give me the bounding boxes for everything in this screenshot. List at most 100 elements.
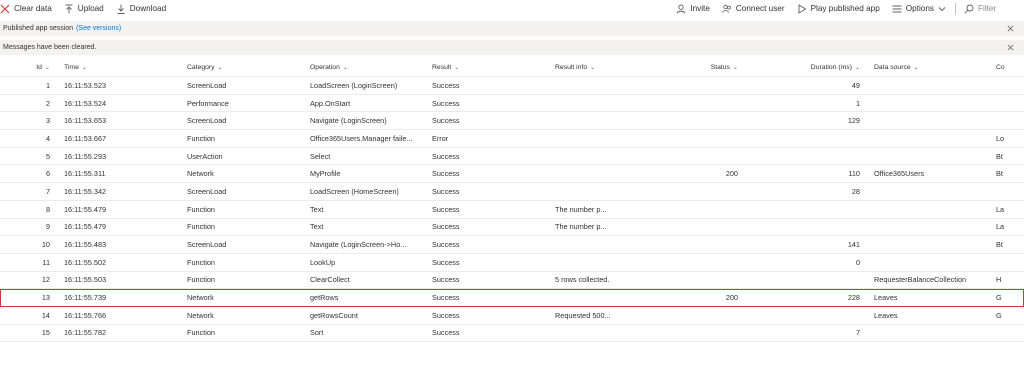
cell-category: ScreenLoad (187, 116, 227, 126)
close-icon (1007, 44, 1013, 50)
cleared-text: Messages have been cleared. (3, 44, 97, 51)
chevron-down-icon: ⌄ (454, 65, 460, 71)
table-row[interactable]: 15 16:11:55.782 Function Sort Success 7 (0, 325, 1024, 343)
table-row[interactable]: 11 16:11:55.502 Function LookUp Success 0 (0, 254, 1024, 272)
table-row[interactable]: 8 16:11:55.479 Function Text Success The numb… (0, 201, 1024, 219)
invite-label: Invite (690, 4, 710, 13)
cell-category: Function (187, 275, 215, 285)
table-row[interactable]: 10 16:11:55.483 ScreenLoad Navigate (LoginS… (0, 236, 1024, 254)
cell-category: Network (187, 169, 214, 179)
cell-control (996, 77, 1024, 94)
cell-result: Error (432, 133, 449, 143)
session-text: Published app session (3, 25, 74, 32)
upload-button[interactable]: Upload (64, 0, 104, 17)
table-row[interactable]: 2 16:11:53.524 Performance App.OnStart Succe… (0, 95, 1024, 113)
cell-id: 10 (41, 240, 50, 250)
cell-control (996, 254, 1024, 271)
table-row[interactable]: 4 16:11:53.667 Function Office365Users.Mana… (0, 130, 1024, 148)
cell-id: 1 (45, 80, 50, 90)
cell-result-info (555, 130, 675, 147)
column-header-operation[interactable]: Operation ⌄ (310, 59, 422, 76)
filter-input[interactable]: Filter (978, 4, 996, 13)
column-header-id[interactable]: Id ⌄ (20, 59, 50, 76)
table-row[interactable]: 9 16:11:55.479 Function Text Success The numb… (0, 219, 1024, 237)
cell-control: G (996, 293, 1002, 303)
cell-operation: Office365Users.Manager faile... (310, 133, 413, 143)
cell-status (680, 183, 738, 200)
filter-box[interactable]: Filter (964, 0, 1024, 17)
cell-duration: 49 (851, 80, 860, 90)
cell-id: 11 (42, 257, 50, 267)
cell-duration: 0 (855, 257, 860, 267)
cell-category: UserAction (187, 151, 223, 161)
dismiss-session-banner-button[interactable] (1005, 22, 1015, 34)
cell-category: Network (187, 310, 214, 320)
column-header-data-source[interactable]: Data source ⌄ (874, 59, 982, 76)
invite-button[interactable]: Invite (676, 0, 710, 17)
column-header-time[interactable]: Time ⌄ (64, 59, 174, 76)
cell-id: 15 (41, 328, 50, 338)
cell-result-info (555, 95, 675, 112)
column-header-category[interactable]: Category ⌄ (187, 59, 297, 76)
cell-status (680, 236, 738, 253)
connect-user-label: Connect user (735, 4, 785, 13)
cell-data-source (874, 77, 982, 94)
cell-category: Function (187, 328, 215, 338)
table-row[interactable]: 3 16:11:53.653 ScreenLoad Navigate (LoginSc… (0, 112, 1024, 131)
chevron-down-icon: ⌄ (913, 65, 919, 71)
cell-duration: 129 (847, 116, 860, 126)
table-row[interactable]: 6 16:11:55.311 Network MyProfile Success 200 1… (0, 165, 1024, 184)
chevron-down-icon: ⌄ (81, 65, 87, 71)
cell-result-info (555, 254, 675, 271)
cell-operation: Text (310, 222, 324, 232)
column-header-result[interactable]: Result ⌄ (432, 59, 542, 76)
clear-data-label: Clear data (14, 4, 52, 13)
cell-data-source (874, 112, 982, 129)
cell-result-info: 5 rows collected. (555, 275, 610, 285)
cell-status: 200 (725, 293, 738, 303)
column-header-result-info[interactable]: Result info ⌄ (555, 59, 675, 76)
cell-result-info (555, 236, 675, 253)
close-icon (1007, 25, 1013, 31)
download-label: Download (129, 4, 167, 13)
cell-operation: Navigate (LoginScreen) (310, 116, 387, 126)
table-row[interactable]: 5 16:11:55.293 UserAction Select Success Bt (0, 148, 1024, 166)
clear-data-button[interactable]: Clear data (0, 0, 52, 17)
download-button[interactable]: Download (116, 0, 166, 17)
cell-data-source (874, 219, 982, 236)
table-row[interactable]: 1 16:11:53.523 ScreenLoad LoadScreen (Login… (0, 77, 1024, 95)
see-versions-link[interactable]: (See versions) (76, 25, 121, 32)
cell-duration: 110 (848, 169, 860, 179)
cell-category: Function (187, 257, 215, 267)
close-icon (0, 4, 10, 14)
cell-data-source (874, 183, 982, 200)
column-header-status[interactable]: Status ⌄ (680, 59, 738, 76)
dismiss-cleared-banner-button[interactable] (1005, 41, 1015, 53)
cell-time: 16:11:55.502 (64, 257, 107, 267)
table-row[interactable]: 13 16:11:55.739 Network getRows Success 200 22… (0, 289, 1024, 307)
connect-user-button[interactable]: Connect user (721, 0, 785, 17)
cell-control: La (996, 222, 1005, 232)
cell-control: Bt (996, 169, 1003, 179)
column-header-duration[interactable]: Duration (ms) ⌄ (760, 59, 860, 76)
table-row[interactable]: 12 16:11:55.503 Function ClearCollect Succes… (0, 272, 1024, 290)
search-icon (964, 4, 974, 14)
table-row[interactable]: 14 16:11:55.766 Network getRowsCount Success… (0, 307, 1024, 325)
chevron-down-icon: ⌄ (732, 65, 738, 71)
cell-id: 3 (45, 116, 50, 126)
cell-result-info (555, 148, 675, 165)
cell-id: 2 (45, 98, 50, 108)
cell-category: Function (187, 222, 215, 232)
cell-result: Success (432, 293, 460, 303)
play-published-app-button[interactable]: Play published app (797, 0, 880, 17)
cell-operation: Navigate (LoginScreen->Ho... (310, 240, 407, 250)
cell-result: Success (432, 328, 460, 338)
cell-control: Lo (996, 133, 1005, 143)
cell-category: ScreenLoad (187, 186, 227, 196)
column-header-control[interactable]: Co (996, 59, 1024, 76)
chevron-down-icon: ⌄ (44, 65, 50, 71)
table-row[interactable]: 7 16:11:55.342 ScreenLoad LoadScreen (HomeS… (0, 183, 1024, 201)
cell-result-info (555, 289, 675, 306)
cell-data-source (874, 254, 982, 271)
options-dropdown[interactable]: Options (892, 0, 947, 17)
